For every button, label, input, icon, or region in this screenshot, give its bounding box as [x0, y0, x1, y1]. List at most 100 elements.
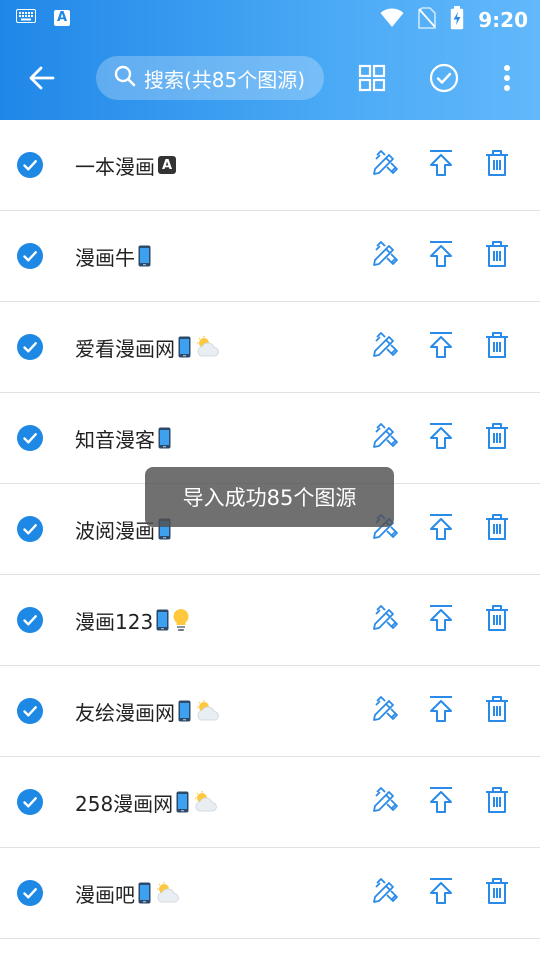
delete-button[interactable]	[481, 422, 513, 454]
edit-button[interactable]	[369, 331, 401, 363]
edit-icon	[371, 877, 399, 909]
phone-icon	[178, 700, 191, 722]
source-name: 友绘漫画网	[75, 666, 222, 756]
checked-circle-icon[interactable]	[16, 515, 44, 543]
source-name: 漫画牛	[75, 211, 151, 301]
move-to-top-button[interactable]	[425, 331, 457, 363]
source-row[interactable]: 一本漫画 A	[0, 120, 540, 211]
toast-message: 导入成功85个图源	[145, 467, 394, 527]
delete-button[interactable]	[481, 331, 513, 363]
source-name: 爱看漫画网	[75, 302, 222, 392]
move-to-top-button[interactable]	[425, 786, 457, 818]
checked-circle-icon[interactable]	[16, 879, 44, 907]
phone-icon	[178, 336, 191, 358]
edit-icon	[371, 331, 399, 363]
cloud-icon	[192, 791, 220, 813]
source-row[interactable]: 爱看漫画网	[0, 302, 540, 393]
checked-circle-icon[interactable]	[16, 697, 44, 725]
source-row[interactable]: 漫画123	[0, 575, 540, 666]
edit-icon	[371, 240, 399, 272]
cloud-icon	[194, 700, 222, 722]
source-name-text: 知音漫客	[75, 427, 155, 452]
source-row[interactable]: 漫画牛	[0, 211, 540, 302]
move-to-top-icon	[428, 513, 454, 545]
phone-icon	[158, 427, 171, 449]
source-name: 258漫画网	[75, 757, 220, 847]
move-to-top-icon	[428, 149, 454, 181]
search-input[interactable]: 搜索(共85个图源)	[96, 56, 324, 100]
edit-icon	[371, 786, 399, 818]
checked-circle-icon[interactable]	[16, 606, 44, 634]
edit-button[interactable]	[369, 604, 401, 636]
source-name-text: 一本漫画	[75, 154, 155, 179]
source-name-text: 爱看漫画网	[75, 336, 175, 361]
checked-circle-icon[interactable]	[16, 151, 44, 179]
source-name-text: 258漫画网	[75, 791, 174, 816]
keyboard-icon	[16, 8, 36, 27]
move-to-top-button[interactable]	[425, 513, 457, 545]
source-list: 一本漫画 A 漫画牛 爱看漫画网 知音漫客 波阅漫画 漫画123 友绘漫画网 258漫画网 漫画吧	[0, 120, 540, 939]
edit-button[interactable]	[369, 149, 401, 181]
move-to-top-button[interactable]	[425, 240, 457, 272]
source-row[interactable]: 友绘漫画网	[0, 666, 540, 757]
battery-charging-icon	[450, 6, 464, 34]
checked-circle-icon[interactable]	[16, 242, 44, 270]
edit-icon	[371, 422, 399, 454]
delete-icon	[485, 149, 509, 181]
select-all-button[interactable]	[422, 58, 466, 102]
back-button[interactable]	[20, 58, 64, 102]
source-name: 一本漫画 A	[75, 120, 176, 210]
source-name-text: 漫画123	[75, 609, 154, 634]
more-button[interactable]	[485, 58, 529, 102]
edit-button[interactable]	[369, 877, 401, 909]
edit-button[interactable]	[369, 422, 401, 454]
delete-icon	[485, 513, 509, 545]
move-to-top-button[interactable]	[425, 149, 457, 181]
checked-circle-icon[interactable]	[16, 424, 44, 452]
source-name-text: 漫画牛	[75, 245, 135, 270]
delete-icon	[485, 604, 509, 636]
wifi-icon	[380, 8, 404, 32]
delete-icon	[485, 422, 509, 454]
delete-button[interactable]	[481, 149, 513, 181]
delete-button[interactable]	[481, 877, 513, 909]
source-name-text: 友绘漫画网	[75, 700, 175, 725]
edit-button[interactable]	[369, 695, 401, 727]
source-row[interactable]: 258漫画网	[0, 757, 540, 848]
no-sim-icon	[418, 7, 437, 33]
search-placeholder: 搜索(共85个图源)	[144, 67, 306, 92]
source-name: 漫画吧	[75, 848, 182, 938]
a-app-icon: A	[54, 9, 70, 26]
phone-icon	[176, 791, 189, 813]
edit-icon	[371, 604, 399, 636]
delete-button[interactable]	[481, 513, 513, 545]
delete-button[interactable]	[481, 786, 513, 818]
move-to-top-icon	[428, 786, 454, 818]
delete-icon	[485, 240, 509, 272]
status-bar: A 9:20	[0, 0, 540, 36]
delete-icon	[485, 877, 509, 909]
delete-icon	[485, 786, 509, 818]
toolbar: 搜索(共85个图源)	[0, 36, 540, 120]
edit-button[interactable]	[369, 240, 401, 272]
move-to-top-button[interactable]	[425, 695, 457, 727]
checked-circle-icon[interactable]	[16, 788, 44, 816]
delete-button[interactable]	[481, 604, 513, 636]
grid-view-button[interactable]	[350, 58, 394, 102]
move-to-top-button[interactable]	[425, 422, 457, 454]
more-vert-icon	[503, 64, 511, 96]
cloud-icon	[194, 336, 222, 358]
move-to-top-icon	[428, 240, 454, 272]
delete-button[interactable]	[481, 695, 513, 727]
search-icon	[114, 65, 136, 92]
arrow-left-icon	[29, 66, 55, 94]
source-row[interactable]: 漫画吧	[0, 848, 540, 939]
move-to-top-button[interactable]	[425, 877, 457, 909]
move-to-top-button[interactable]	[425, 604, 457, 636]
delete-button[interactable]	[481, 240, 513, 272]
cloud-icon	[154, 882, 182, 904]
edit-button[interactable]	[369, 786, 401, 818]
checked-circle-icon[interactable]	[16, 333, 44, 361]
grid-view-icon	[358, 64, 386, 96]
a-badge-icon: A	[158, 156, 176, 174]
